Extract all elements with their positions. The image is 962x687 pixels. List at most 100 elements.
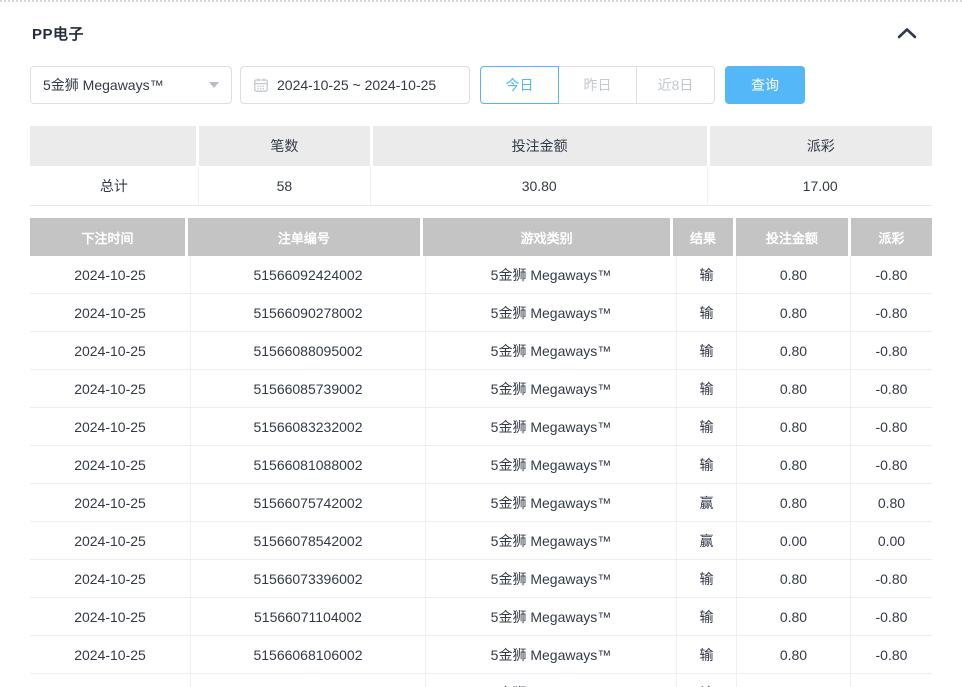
bet-payout: -0.80 [850, 256, 932, 293]
bet-id: 51566068106002 [190, 636, 425, 673]
summary-col-count: 笔数 [199, 126, 370, 166]
bet-date: 2024-10-25 [30, 294, 190, 331]
bet-id: 51566081088002 [190, 446, 425, 483]
bet-amount: 0.80 [736, 408, 850, 445]
bet-payout: 0.00 [850, 522, 932, 559]
bet-payout: -0.80 [850, 332, 932, 369]
summary-col-bet: 投注金额 [373, 126, 707, 166]
bets-table-header: 下注时间 注单编号 游戏类别 结果 投注金额 派彩 [30, 218, 932, 256]
bet-result: 输 [676, 560, 736, 597]
bet-amount: 0.80 [736, 332, 850, 369]
game-name: 5金狮 Megaways™ [425, 370, 676, 407]
bet-date: 2024-10-25 [30, 598, 190, 635]
game-name: 5金狮 Megaways™ [425, 332, 676, 369]
bet-amount: 0.00 [736, 522, 850, 559]
bet-result: 输 [676, 598, 736, 635]
summary-payout-value: 17.00 [707, 166, 932, 205]
bet-amount: 0.80 [736, 256, 850, 293]
table-row: 2024-10-25 51566088095002 5金狮 Megaways™ … [30, 332, 932, 370]
date-range-value: 2024-10-25 ~ 2024-10-25 [277, 77, 436, 93]
game-name: 5金狮 Megaways™ [425, 484, 676, 521]
bet-payout: -0.80 [850, 636, 932, 673]
bet-amount: 0.80 [736, 484, 850, 521]
bet-date: 2024-10-25 [30, 484, 190, 521]
bet-id: 51566088095002 [190, 332, 425, 369]
summary-bet-value: 30.80 [370, 166, 707, 205]
bet-date: 2024-10-25 [30, 560, 190, 597]
bet-id: 51566085739002 [190, 370, 425, 407]
bet-payout: -0.80 [850, 674, 932, 687]
col-result: 结果 [673, 218, 732, 256]
game-name: 5金狮 Megaways™ [425, 294, 676, 331]
bet-date: 2024-10-25 [30, 332, 190, 369]
game-name: 5金狮 Megaways™ [425, 408, 676, 445]
bet-amount: 0.80 [736, 636, 850, 673]
summary-header: 笔数 投注金额 派彩 [30, 126, 932, 166]
summary-table: 笔数 投注金额 派彩 总计 58 30.80 17.00 [30, 126, 932, 206]
query-button[interactable]: 查询 [725, 66, 805, 104]
game-name: 5金狮 Megaways™ [425, 256, 676, 293]
summary-total-label: 总计 [30, 166, 198, 205]
bet-id: 51566078542002 [190, 522, 425, 559]
bet-result: 输 [676, 674, 736, 687]
table-row: 2024-10-25 51566090278002 5金狮 Megaways™ … [30, 294, 932, 332]
bet-amount: 0.80 [736, 294, 850, 331]
bet-id: 51566090278002 [190, 294, 425, 331]
quick-range-group: 今日 昨日 近8日 [480, 66, 715, 104]
bet-id: 51566065836002 [190, 674, 425, 687]
game-select-value: 5金狮 Megaways™ [43, 75, 164, 95]
today-button[interactable]: 今日 [480, 66, 559, 104]
table-row: 2024-10-25 51566078542002 5金狮 Megaways™ … [30, 522, 932, 560]
last8days-button[interactable]: 近8日 [636, 66, 715, 104]
section-header: PP电子 [0, 2, 962, 44]
game-name: 5金狮 Megaways™ [425, 636, 676, 673]
page-title: PP电子 [32, 23, 84, 44]
bet-date: 2024-10-25 [30, 370, 190, 407]
bet-payout: -0.80 [850, 560, 932, 597]
bet-id: 51566071104002 [190, 598, 425, 635]
bet-result: 输 [676, 370, 736, 407]
table-row: 2024-10-25 51566065836002 5金狮 Megaways™ … [30, 674, 932, 687]
bet-amount: 0.80 [736, 370, 850, 407]
summary-col-payout: 派彩 [710, 126, 932, 166]
bet-date: 2024-10-25 [30, 256, 190, 293]
table-row: 2024-10-25 51566085739002 5金狮 Megaways™ … [30, 370, 932, 408]
chevron-down-icon [209, 82, 219, 88]
bet-amount: 0.80 [736, 446, 850, 483]
bet-id: 51566083232002 [190, 408, 425, 445]
bet-result: 输 [676, 636, 736, 673]
bets-table: 下注时间 注单编号 游戏类别 结果 投注金额 派彩 2024-10-25 515… [30, 218, 932, 687]
bet-date: 2024-10-25 [30, 408, 190, 445]
bet-amount: 0.80 [736, 598, 850, 635]
bet-result: 输 [676, 446, 736, 483]
bet-id: 51566092424002 [190, 256, 425, 293]
col-payout: 派彩 [851, 218, 932, 256]
bet-result: 输 [676, 256, 736, 293]
bet-date: 2024-10-25 [30, 522, 190, 559]
bet-amount: 0.80 [736, 674, 850, 687]
game-name: 5金狮 Megaways™ [425, 522, 676, 559]
bet-result: 输 [676, 294, 736, 331]
filter-bar: 5金狮 Megaways™ 2024-10-25 ~ 2024-10-25 今日… [30, 66, 932, 104]
bet-date: 2024-10-25 [30, 674, 190, 687]
bet-payout: 0.80 [850, 484, 932, 521]
game-name: 5金狮 Megaways™ [425, 560, 676, 597]
bet-result: 输 [676, 408, 736, 445]
col-bet-id: 注单编号 [188, 218, 420, 256]
bet-result: 赢 [676, 522, 736, 559]
yesterday-button[interactable]: 昨日 [558, 66, 637, 104]
table-row: 2024-10-25 51566073396002 5金狮 Megaways™ … [30, 560, 932, 598]
date-range-input[interactable]: 2024-10-25 ~ 2024-10-25 [240, 66, 470, 104]
bet-date: 2024-10-25 [30, 636, 190, 673]
bet-payout: -0.80 [850, 294, 932, 331]
bet-payout: -0.80 [850, 408, 932, 445]
bet-result: 赢 [676, 484, 736, 521]
game-select[interactable]: 5金狮 Megaways™ [30, 66, 232, 104]
summary-col-blank [30, 126, 196, 166]
collapse-button[interactable] [894, 24, 920, 42]
col-bet-amount: 投注金额 [736, 218, 848, 256]
table-row: 2024-10-25 51566068106002 5金狮 Megaways™ … [30, 636, 932, 674]
table-row: 2024-10-25 51566071104002 5金狮 Megaways™ … [30, 598, 932, 636]
table-row: 2024-10-25 51566092424002 5金狮 Megaways™ … [30, 256, 932, 294]
col-bet-time: 下注时间 [30, 218, 185, 256]
